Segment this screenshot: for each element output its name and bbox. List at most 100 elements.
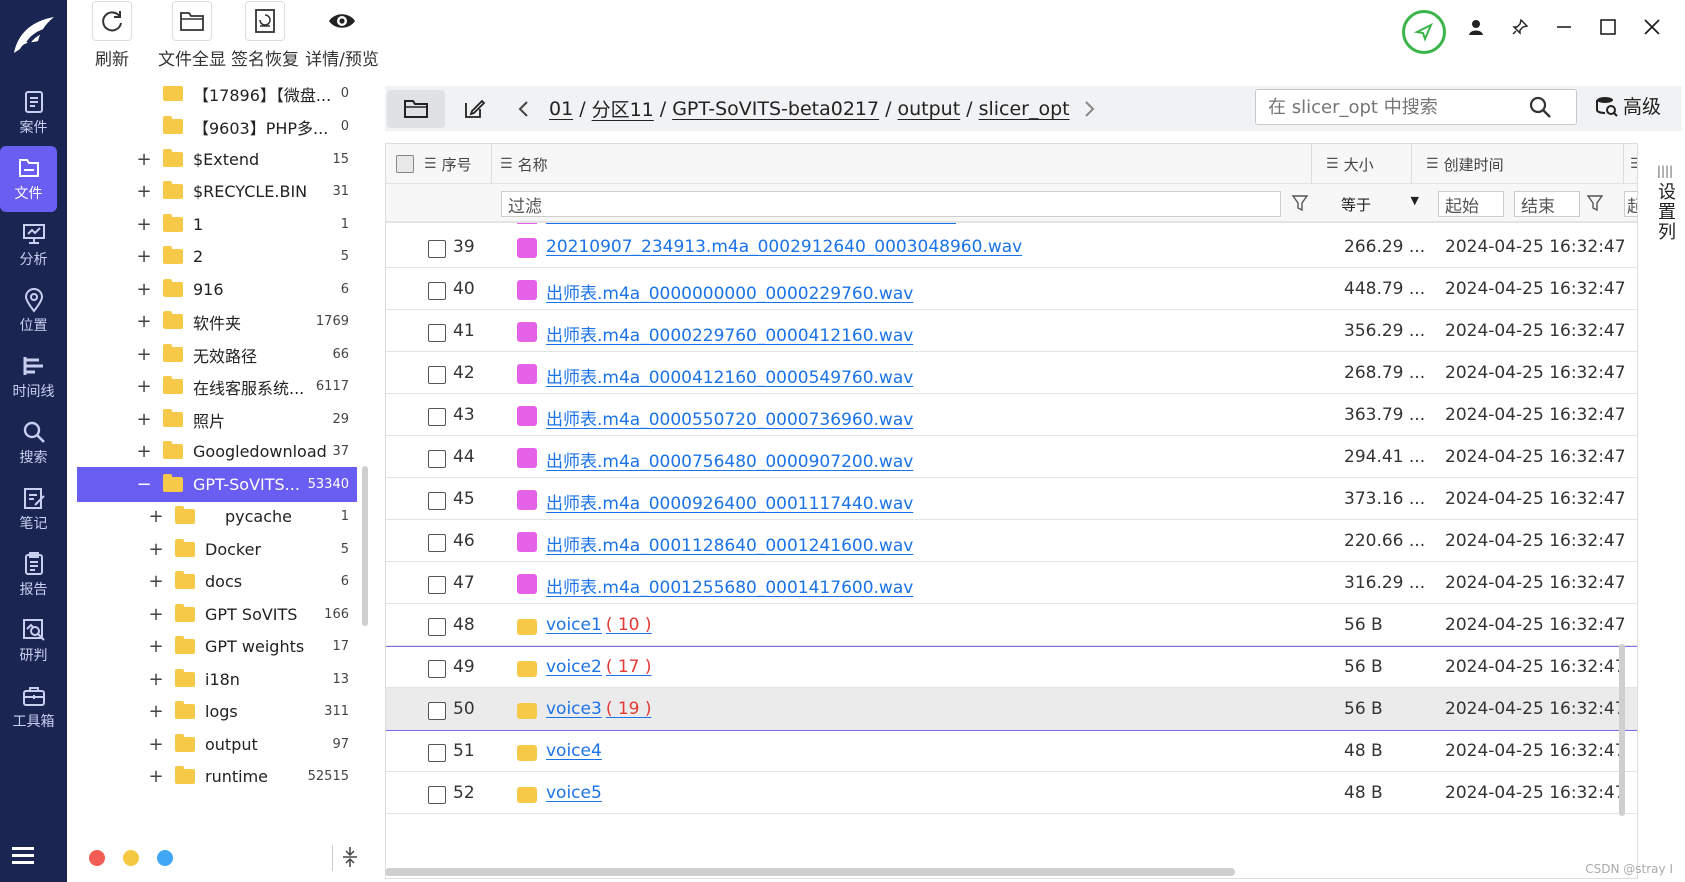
show-all-files-button[interactable]: 文件全显 — [157, 0, 227, 72]
select-all-checkbox[interactable] — [396, 144, 414, 184]
hamburger-menu-icon[interactable] — [10, 844, 40, 874]
expand-toggle-icon[interactable]: + — [147, 766, 165, 787]
row-checkbox[interactable] — [428, 534, 446, 552]
row-checkbox[interactable] — [428, 618, 446, 636]
table-row[interactable]: 41 出师表.m4a_0000229760_0000412160.wav 356.2… — [386, 310, 1637, 352]
tree-item[interactable]: + $Extend 15 — [77, 142, 357, 177]
tree-item[interactable]: + i18n 13 — [77, 662, 357, 697]
tree-item[interactable]: 【17896】【微盘... 0 — [77, 86, 357, 111]
tree-item[interactable]: + 在线客服系统... 6117 — [77, 369, 357, 404]
search-input[interactable] — [1268, 96, 1528, 118]
rail-item-timeline[interactable]: 时间线 — [0, 344, 67, 410]
tree-item[interactable]: + $RECYCLE.BIN 31 — [77, 174, 357, 209]
row-checkbox[interactable] — [428, 450, 446, 468]
tree-item[interactable]: + Docker 5 — [77, 532, 357, 567]
tree-item[interactable]: + 照片 29 — [77, 402, 357, 437]
location-pin-button[interactable] — [1402, 10, 1446, 54]
table-row[interactable]: 48 voice1( 10 ) 56 B 2024-04-25 16:32:47 — [386, 604, 1637, 646]
file-name-link[interactable]: 出师表.m4a_0000229760_0000412160.wav — [546, 321, 917, 346]
folder-view-button[interactable] — [387, 89, 445, 128]
row-checkbox[interactable] — [428, 240, 446, 258]
rail-item-note[interactable]: 笔记 — [0, 476, 67, 542]
file-name-link[interactable]: 20210907_234913.m4a_0002912640_000304896… — [546, 237, 1026, 257]
column-settings-tab[interactable]: |||| 设置列 — [1650, 160, 1680, 270]
table-row[interactable]: 49 voice2( 17 ) 56 B 2024-04-25 16:32:47 — [386, 646, 1637, 688]
grid-vertical-scrollbar[interactable] — [1619, 644, 1625, 816]
file-name-link[interactable]: voice4 — [546, 741, 606, 761]
tree-item[interactable]: + 软件夹 1769 — [77, 304, 357, 339]
col-created-header[interactable]: ☰ 创建时间 — [1411, 144, 1504, 184]
yellow-dot-icon[interactable] — [123, 850, 139, 866]
file-name-link[interactable]: voice2( 17 ) — [546, 657, 652, 677]
col-name-header[interactable]: ☰ 名称 — [491, 144, 548, 184]
row-checkbox[interactable] — [428, 492, 446, 510]
red-dot-icon[interactable] — [89, 850, 105, 866]
expand-toggle-icon[interactable]: + — [135, 149, 153, 170]
row-checkbox[interactable] — [428, 660, 446, 678]
maximize-icon[interactable] — [1593, 12, 1623, 42]
file-name-link[interactable]: voice1( 10 ) — [546, 615, 652, 635]
rail-item-analysis[interactable]: 分析 — [0, 212, 67, 278]
row-checkbox[interactable] — [428, 282, 446, 300]
tree-item[interactable]: + GPT SoVITS 166 — [77, 597, 357, 632]
expand-toggle-icon[interactable]: + — [147, 701, 165, 722]
tree-item[interactable]: + runtime 52515 — [77, 759, 357, 794]
file-name-link[interactable]: voice3( 19 ) — [546, 699, 652, 719]
expand-toggle-icon[interactable]: + — [135, 344, 153, 365]
name-filter-icon[interactable] — [1291, 194, 1309, 212]
rail-item-location[interactable]: 位置 — [0, 278, 67, 344]
file-name-link[interactable]: 出师表.m4a_0000000000_0000229760.wav — [546, 279, 917, 304]
tree-item[interactable]: + Googledownload 37 — [77, 434, 357, 469]
date-start-input[interactable]: 起始 — [1438, 191, 1504, 217]
col-more-header[interactable]: ☰ — [1623, 144, 1637, 184]
expand-toggle-icon[interactable]: + — [135, 214, 153, 235]
table-row[interactable]: 42 出师表.m4a_0000412160_0000549760.wav 268.7… — [386, 352, 1637, 394]
date-filter-icon[interactable] — [1586, 194, 1604, 212]
date-end-input[interactable]: 结束 — [1514, 191, 1580, 217]
advanced-search-button[interactable]: 高级 — [1595, 92, 1661, 119]
tree-item[interactable]: + docs 6 — [77, 564, 357, 599]
file-name-link[interactable]: 出师表.m4a_0001128640_0001241600.wav — [546, 531, 917, 556]
file-name-link[interactable]: 出师表.m4a_0000412160_0000549760.wav — [546, 363, 917, 388]
rail-item-toolbox[interactable]: 工具箱 — [0, 674, 67, 740]
row-checkbox[interactable] — [428, 576, 446, 594]
breadcrumb-item[interactable]: output — [898, 98, 961, 120]
table-row[interactable]: 47 出师表.m4a_0001255680_0001417600.wav 316.2… — [386, 562, 1637, 604]
rail-item-case[interactable]: 案件 — [0, 80, 67, 146]
expand-toggle-icon[interactable]: + — [147, 669, 165, 690]
table-row[interactable]: 43 出师表.m4a_0000550720_0000736960.wav 363.7… — [386, 394, 1637, 436]
search-box[interactable] — [1255, 89, 1577, 125]
col-index-header[interactable]: ☰ 序号 — [424, 144, 472, 184]
tree-item[interactable]: − GPT-SoVITS... 53340 — [77, 467, 357, 502]
breadcrumb-item[interactable]: 分区11 — [592, 95, 654, 122]
tree-item[interactable]: + output 97 — [77, 727, 357, 762]
expand-toggle-icon[interactable]: + — [135, 376, 153, 397]
expand-toggle-icon[interactable]: + — [135, 279, 153, 300]
file-name-link[interactable]: voice5 — [546, 783, 606, 803]
expand-toggle-icon[interactable]: + — [147, 636, 165, 657]
row-checkbox[interactable] — [428, 366, 446, 384]
blue-dot-icon[interactable] — [157, 850, 173, 866]
expand-toggle-icon[interactable]: + — [147, 571, 165, 592]
table-row[interactable]: 52 voice5 48 B 2024-04-25 16:32:47 — [386, 772, 1637, 814]
row-checkbox[interactable] — [428, 744, 446, 762]
tree-item[interactable]: +2 5 — [77, 239, 357, 274]
minimize-icon[interactable] — [1549, 12, 1579, 42]
expand-toggle-icon[interactable]: + — [147, 539, 165, 560]
tree-scrollbar[interactable] — [362, 466, 368, 626]
table-row[interactable]: 50 voice3( 19 ) 56 B 2024-04-25 16:32:47 — [386, 688, 1637, 730]
breadcrumb-item[interactable]: GPT-SoVITS-beta0217 — [672, 98, 879, 120]
signature-restore-button[interactable]: 签名恢复 — [227, 0, 303, 72]
tree-item[interactable]: + logs 311 — [77, 694, 357, 729]
table-row[interactable]: 45 出师表.m4a_0000926400_0001117440.wav 373.1… — [386, 478, 1637, 520]
details-preview-button[interactable]: 详情/预览 — [303, 0, 381, 72]
table-row[interactable]: 46 出师表.m4a_0001128640_0001241600.wav 220.6… — [386, 520, 1637, 562]
rail-item-judge[interactable]: 研判 — [0, 608, 67, 674]
row-checkbox[interactable] — [428, 324, 446, 342]
table-row[interactable]: 39 20210907_234913.m4a_0002912640_0003048… — [386, 226, 1637, 268]
expand-toggle-icon[interactable]: + — [135, 409, 153, 430]
expand-toggle-icon[interactable]: + — [135, 441, 153, 462]
path-back-button[interactable] — [503, 90, 543, 128]
rail-item-report[interactable]: 报告 — [0, 542, 67, 608]
tree-item[interactable]: + 无效路径 66 — [77, 337, 357, 372]
